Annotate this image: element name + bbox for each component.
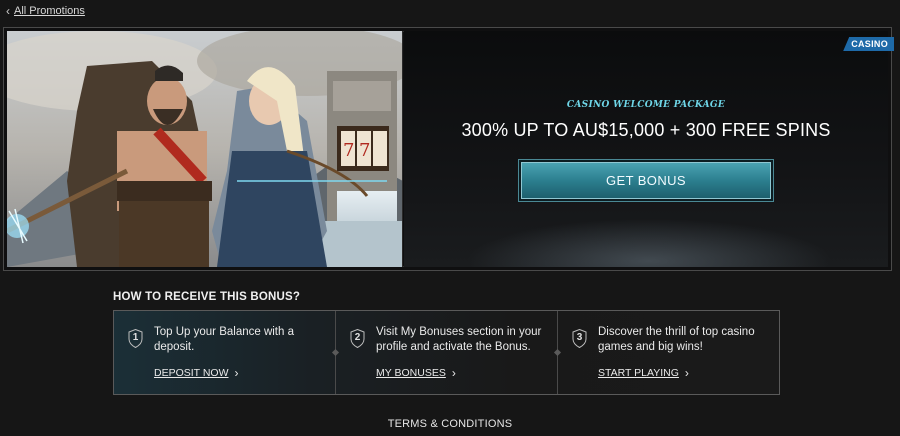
- step-3-number: 3: [576, 332, 583, 343]
- step-2: 2 Visit My Bonuses section in your profi…: [331, 311, 557, 394]
- deposit-now-link[interactable]: DEPOSIT NOW ›: [154, 366, 238, 380]
- offer-kicker: CASINO WELCOME PACKAGE: [566, 100, 726, 110]
- hero-image: 7 7: [7, 31, 403, 267]
- get-bonus-button[interactable]: GET BONUS: [521, 162, 771, 199]
- step-1-shield-icon: 1: [128, 329, 143, 348]
- chevron-right-icon: ›: [451, 366, 456, 380]
- promo-hero: 7 7 CASINO WELCOME PACKAGE 300% UP TO AU…: [3, 27, 894, 271]
- step-2-shield-icon: 2: [350, 329, 365, 348]
- step-3: 3 Discover the thrill of top casino game…: [553, 311, 779, 394]
- chevron-left-icon: ‹: [6, 4, 10, 18]
- all-promotions-link[interactable]: ‹ All Promotions: [6, 5, 85, 17]
- step-2-number: 2: [354, 332, 361, 343]
- svg-text:7: 7: [359, 140, 370, 161]
- start-playing-link[interactable]: START PLAYING ›: [598, 366, 689, 380]
- bonus-steps: 1 Top Up your Balance with a deposit. DE…: [113, 310, 780, 395]
- offer-headline: 300% UP TO AU$15,000 + 300 FREE SPINS: [461, 120, 831, 140]
- casino-badge: CASINO: [843, 37, 894, 51]
- start-playing-label: START PLAYING: [598, 367, 679, 379]
- step-3-text: Discover the thrill of top casino games …: [598, 326, 755, 353]
- hero-offer-panel: CASINO WELCOME PACKAGE 300% UP TO AU$15,…: [404, 31, 888, 267]
- step-1-number: 1: [132, 332, 139, 343]
- step-3-shield-icon: 3: [572, 329, 587, 348]
- step-1-text: Top Up your Balance with a deposit.: [154, 326, 294, 353]
- deposit-now-label: DEPOSIT NOW: [154, 367, 229, 379]
- my-bonuses-link[interactable]: MY BONUSES ›: [376, 366, 456, 380]
- chevron-right-icon: ›: [684, 366, 689, 380]
- svg-text:7: 7: [343, 140, 354, 161]
- step-2-text: Visit My Bonuses section in your profile…: [376, 326, 542, 353]
- all-promotions-label: All Promotions: [14, 5, 85, 17]
- step-1: 1 Top Up your Balance with a deposit. DE…: [114, 311, 335, 394]
- chevron-right-icon: ›: [234, 366, 239, 380]
- terms-and-conditions-link[interactable]: TERMS & CONDITIONS: [0, 418, 900, 430]
- how-to-title: HOW TO RECEIVE THIS BONUS?: [113, 291, 301, 303]
- my-bonuses-label: MY BONUSES: [376, 367, 446, 379]
